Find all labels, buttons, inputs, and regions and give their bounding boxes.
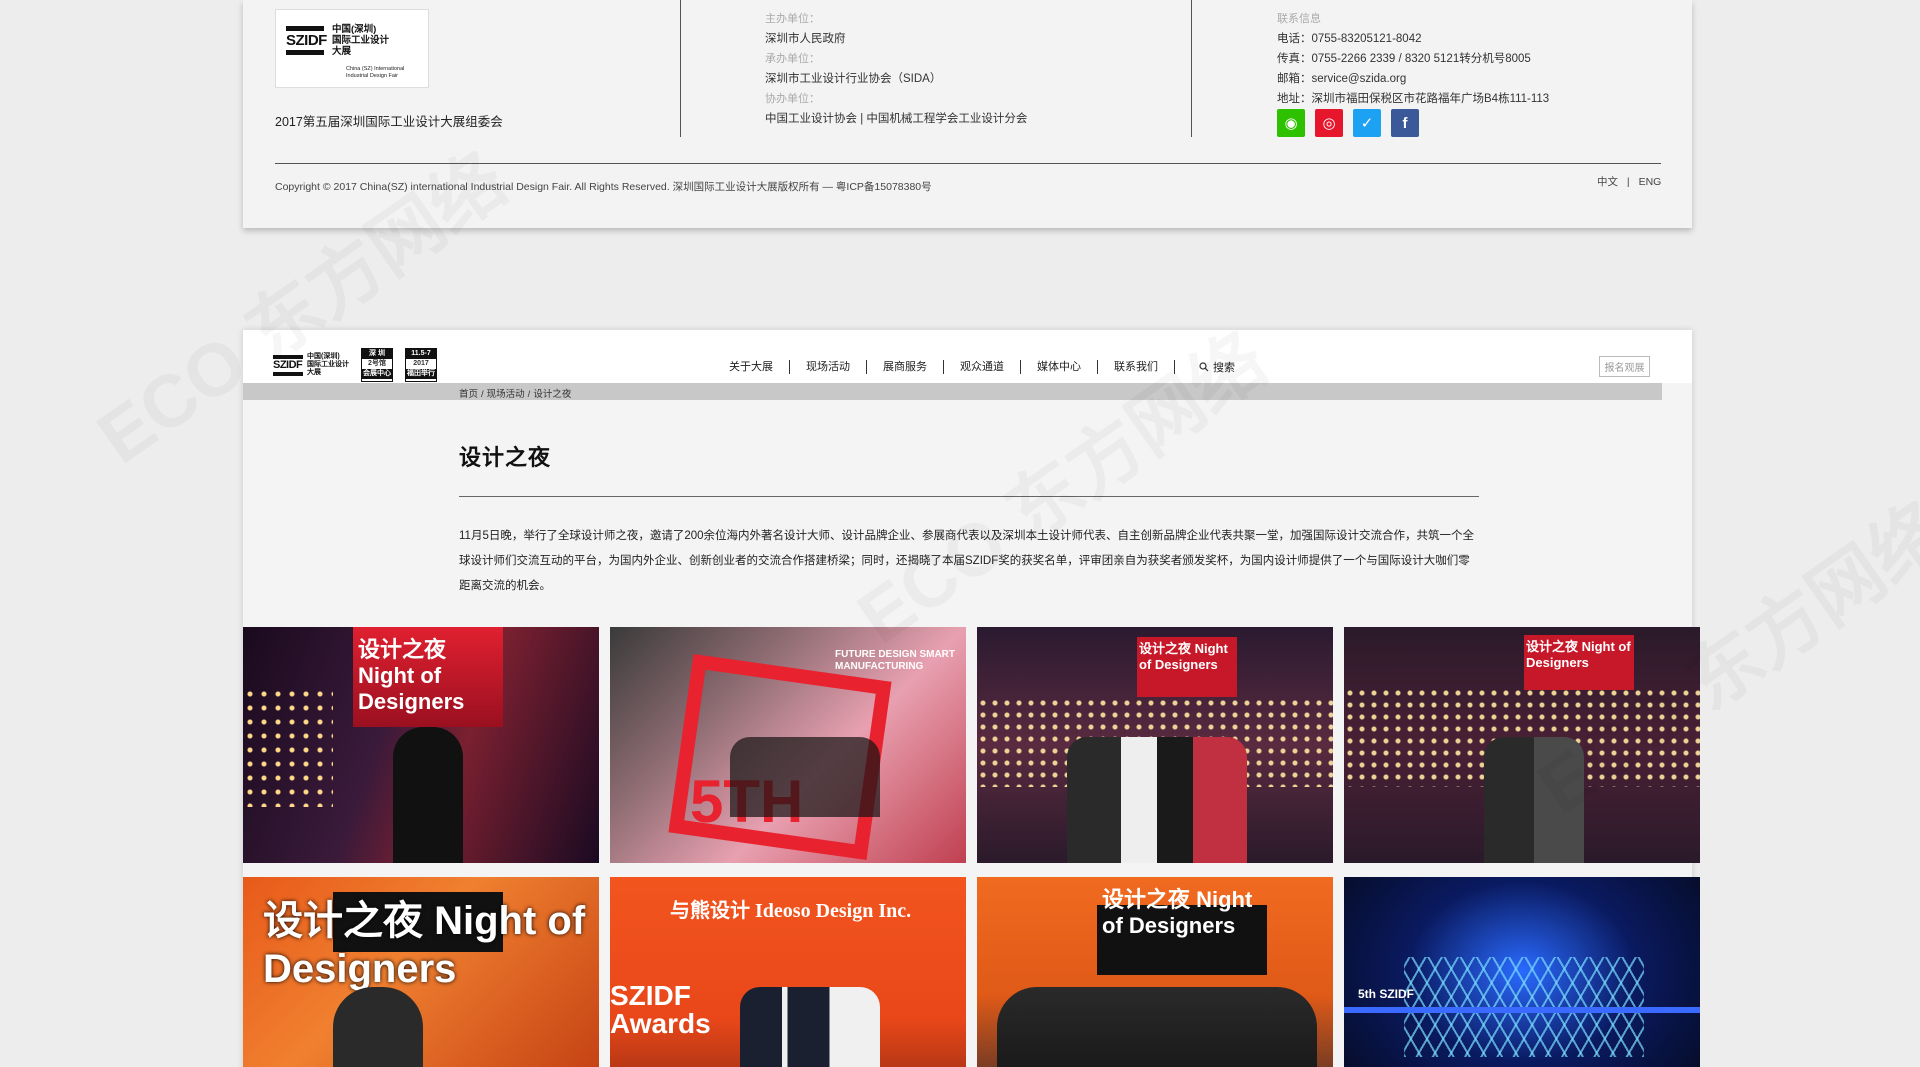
organizer-label: 承办单位： [765, 53, 820, 65]
nav-item-contact[interactable]: 联系我们 [1098, 360, 1175, 374]
logo-cn-line2: 国际工业设计 [332, 35, 390, 46]
logo-text: SZIDF [286, 32, 327, 49]
photo-5th-szidf-group[interactable]: 5TH FUTURE DESIGN SMART MANUFACTURING [610, 627, 966, 863]
coorganizer-label: 协办单位： [765, 93, 820, 105]
contact-address: 地址：深圳市福田保税区市花路福年广场B4栋111-113 [1277, 93, 1550, 105]
lang-en-link[interactable]: ENG [1639, 176, 1662, 188]
register-button[interactable]: 报名观展 [1599, 356, 1650, 377]
copyright-text: Copyright © 2017 China(SZ) international… [275, 181, 932, 193]
contact-label: 联系信息 [1277, 13, 1321, 25]
breadcrumb-sep: / [481, 389, 484, 400]
nav-item-events[interactable]: 现场活动 [790, 360, 867, 374]
logo-cn-line1: 中国(深圳) [332, 24, 377, 35]
nav-item-about[interactable]: 关于大展 [713, 360, 790, 374]
photo-stage-light-show[interactable]: 5th SZIDF [1344, 877, 1700, 1067]
wechat-icon[interactable]: ◉ [1277, 109, 1305, 137]
page-title: 设计之夜 [459, 445, 552, 470]
venue-badge-line3: 会展中心 [362, 369, 392, 379]
venue-badge: 深 圳 2号馆 会展中心 [361, 348, 393, 382]
social-links: ◉ ◎ ✓ f [1277, 109, 1419, 137]
photo-caption: 设计之夜 Night of Designers [263, 899, 586, 991]
date-badge: 11.5-7 2017 福田举行 [405, 348, 437, 382]
nav-item-media[interactable]: 媒体中心 [1021, 360, 1098, 374]
contact-email[interactable]: 邮箱：service@szida.org [1277, 69, 1549, 89]
weibo-icon[interactable]: ◎ [1315, 109, 1343, 137]
nav-logo-cn3: 大展 [307, 369, 321, 376]
date-badge-line2: 2017 [413, 360, 429, 367]
footer-divider [1191, 0, 1192, 137]
photo-caption: 设计之夜 Night of Designers [1102, 887, 1253, 938]
date-badge-line3: 福田举行 [406, 369, 436, 379]
photo-caption: 与熊设计 Ideoso Design Inc. [670, 900, 912, 922]
photo-caption: 设计之夜 Night of Designers [358, 637, 465, 714]
venue-badge-line2: 2号馆 [368, 360, 386, 367]
nav-logo-cn1: 中国(深圳) [307, 353, 340, 360]
footer-org-name: 2017第五届深圳国际工业设计大展组委会 [275, 115, 503, 129]
logo-en-text: China (SZ) International Industrial Desi… [346, 66, 405, 79]
breadcrumb-sep: / [527, 389, 531, 400]
nav-logo-cn2: 国际工业设计 [307, 361, 349, 368]
coorganizer-value: 中国工业设计协会 | 中国机械工程学会工业设计分会 [765, 113, 1028, 125]
search-icon [1199, 362, 1209, 372]
breadcrumb-home[interactable]: 首页 [459, 389, 478, 400]
nav-item-exhibitor[interactable]: 展商服务 [867, 360, 944, 374]
footer-separator [275, 163, 1661, 164]
venue-badge-line1: 深 圳 [362, 349, 392, 359]
photo-caption: 设计之夜 Night of Designers [1139, 641, 1228, 672]
nav-logo-text: SZIDF [273, 358, 303, 371]
article-body: 11月5日晚，举行了全球设计师之夜，邀请了200余位海内外著名设计大师、设计品牌… [459, 530, 1475, 592]
photo-award-winners-group[interactable]: 设计之夜 Night of Designers [977, 877, 1333, 1067]
breadcrumb: 首页 / 现场活动 / 设计之夜 [459, 386, 571, 400]
photo-szidf-wall-group[interactable]: 设计之夜 Night of Designers [977, 627, 1333, 863]
title-divider [459, 496, 1479, 497]
contact-fax: 传真：0755-2266 2339 / 8320 5121转分机号8005 [1277, 53, 1531, 65]
nav-item-visitor[interactable]: 观众通道 [944, 360, 1021, 374]
language-switcher: 中文 | ENG [1597, 174, 1661, 189]
lang-separator: | [1626, 176, 1630, 188]
breadcrumb-events[interactable]: 现场活动 [487, 389, 525, 400]
nav-logo[interactable]: SZIDF 中国(深圳) 国际工业设计 大展 深 圳 2号馆 会展中心 11.5… [273, 348, 437, 382]
photo-ideoso-award[interactable]: 与熊设计 Ideoso Design Inc. SZIDF Awards [610, 877, 966, 1067]
photo-szidf-wall-pair[interactable]: 设计之夜 Night of Designers [1344, 627, 1700, 863]
photo-night-of-designers-speaker[interactable]: 设计之夜 Night of Designers [243, 627, 599, 863]
search-label: 搜索 [1213, 362, 1235, 374]
lang-cn-link[interactable]: 中文 [1597, 176, 1618, 188]
main-menu: 关于大展 现场活动 展商服务 观众通道 媒体中心 联系我们 搜索 [713, 359, 1235, 375]
host-value: 深圳市人民政府 [765, 33, 846, 45]
photo-night-of-designers-closeup[interactable]: 设计之夜 Night of Designers [243, 877, 599, 1067]
nav-search[interactable]: 搜索 [1175, 359, 1235, 375]
site-footer: SZIDF 中国(深圳) 国际工业设计 大展 China (SZ) Intern… [243, 0, 1692, 228]
photo-caption: 5th SZIDF [1358, 987, 1414, 1001]
breadcrumb-bar: 首页 / 现场活动 / 设计之夜 [243, 383, 1662, 400]
footer-logo[interactable]: SZIDF 中国(深圳) 国际工业设计 大展 China (SZ) Intern… [275, 9, 429, 88]
organizer-value: 深圳市工业设计行业协会（SIDA） [765, 73, 942, 85]
page-preview: SZIDF 中国(深圳) 国际工业设计 大展 深 圳 2号馆 会展中心 11.5… [243, 330, 1700, 1067]
footer-divider [680, 0, 681, 137]
photo-caption: 设计之夜 Night of Designers [1526, 639, 1631, 670]
breadcrumb-current: 设计之夜 [533, 389, 572, 400]
photo-caption: FUTURE DESIGN SMART MANUFACTURING [835, 649, 955, 672]
top-navbar: SZIDF 中国(深圳) 国际工业设计 大展 深 圳 2号馆 会展中心 11.5… [243, 330, 1692, 383]
logo-cn-line3: 大展 [332, 46, 352, 57]
host-label: 主办单位： [765, 13, 820, 25]
twitter-icon[interactable]: ✓ [1353, 109, 1381, 137]
contact-phone: 电话：0755-83205121-8042 [1277, 33, 1422, 45]
facebook-icon[interactable]: f [1391, 109, 1419, 137]
date-badge-line1: 11.5-7 [406, 349, 436, 359]
